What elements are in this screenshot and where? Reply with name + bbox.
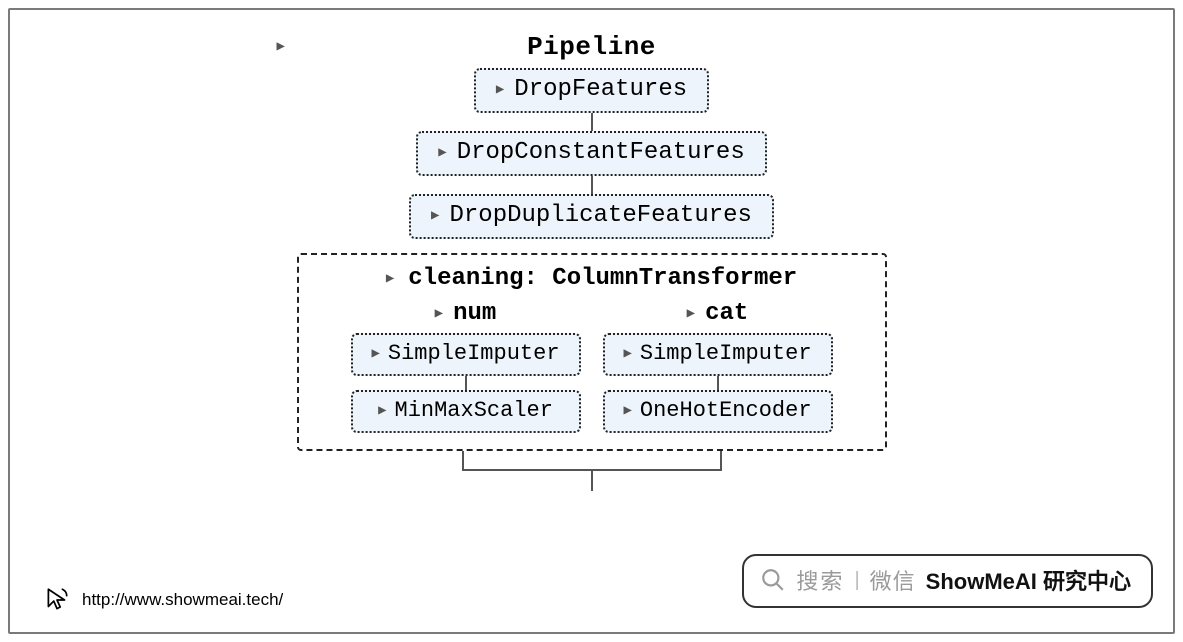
search-platform: 微信 (870, 564, 916, 596)
step-drop-features[interactable]: ▶ DropFeatures (474, 68, 709, 113)
pipeline-title-row: Pipeline (527, 32, 656, 62)
search-icon (760, 567, 786, 593)
connector (591, 113, 593, 131)
connector (717, 376, 719, 390)
step-simple-imputer-cat[interactable]: ▶ SimpleImputer (603, 333, 833, 376)
chevron-right-icon: ▶ (371, 347, 379, 361)
footer: http://www.showmeai.tech/ (44, 586, 283, 614)
column-transformer-title-row: ▶ cleaning: ColumnTransformer (319, 265, 865, 292)
chevron-right-icon: ▶ (438, 146, 446, 160)
pipeline-title: Pipeline (527, 32, 656, 62)
divider: | (854, 569, 859, 592)
chevron-right-icon: ▶ (623, 404, 631, 418)
step-label: SimpleImputer (388, 341, 560, 366)
step-label: OneHotEncoder (640, 398, 812, 423)
pipeline-diagram: ▶ Pipeline ▶ DropFeatures ▶ DropConstant… (297, 32, 887, 491)
chevron-right-icon[interactable]: ▶ (277, 38, 285, 55)
chevron-right-icon: ▶ (623, 347, 631, 361)
search-pill: 搜索 | 微信 ShowMeAI 研究中心 (742, 554, 1153, 608)
step-drop-duplicate-features[interactable]: ▶ DropDuplicateFeatures (409, 194, 774, 239)
search-hint: 搜索 (796, 564, 844, 596)
ct-column-name: num (453, 300, 496, 327)
step-label: DropDuplicateFeatures (449, 202, 751, 229)
step-simple-imputer-num[interactable]: ▶ SimpleImputer (351, 333, 581, 376)
step-label: DropConstantFeatures (457, 139, 745, 166)
step-label: DropFeatures (514, 76, 687, 103)
step-minmax-scaler[interactable]: ▶ MinMaxScaler (351, 390, 581, 433)
connector (465, 376, 467, 390)
step-label: MinMaxScaler (395, 398, 553, 423)
join-connector (352, 451, 832, 491)
step-onehot-encoder[interactable]: ▶ OneHotEncoder (603, 390, 833, 433)
footer-url: http://www.showmeai.tech/ (82, 590, 283, 610)
ct-column-num: ▶ num ▶ SimpleImputer ▶ MinMaxScaler (351, 300, 581, 433)
chevron-right-icon: ▶ (431, 209, 439, 223)
cursor-icon (44, 586, 70, 614)
step-label: SimpleImputer (640, 341, 812, 366)
search-brand: ShowMeAI 研究中心 (926, 564, 1131, 596)
chevron-right-icon: ▶ (496, 83, 504, 97)
step-drop-constant-features[interactable]: ▶ DropConstantFeatures (416, 131, 766, 176)
chevron-right-icon: ▶ (378, 404, 386, 418)
chevron-right-icon[interactable]: ▶ (435, 307, 443, 321)
column-transformer-columns: ▶ num ▶ SimpleImputer ▶ MinMaxScaler (319, 300, 865, 433)
ct-column-cat: ▶ cat ▶ SimpleImputer ▶ OneHotEncoder (603, 300, 833, 433)
diagram-frame: ▶ Pipeline ▶ DropFeatures ▶ DropConstant… (8, 8, 1175, 634)
chevron-right-icon[interactable]: ▶ (386, 272, 394, 286)
column-transformer-block: ▶ cleaning: ColumnTransformer ▶ num ▶ Si… (297, 253, 887, 451)
ct-column-header: ▶ cat (687, 300, 749, 327)
ct-column-header: ▶ num (435, 300, 497, 327)
connector (591, 176, 593, 194)
column-transformer-title: cleaning: ColumnTransformer (408, 265, 797, 292)
ct-column-name: cat (705, 300, 748, 327)
chevron-right-icon[interactable]: ▶ (687, 307, 695, 321)
